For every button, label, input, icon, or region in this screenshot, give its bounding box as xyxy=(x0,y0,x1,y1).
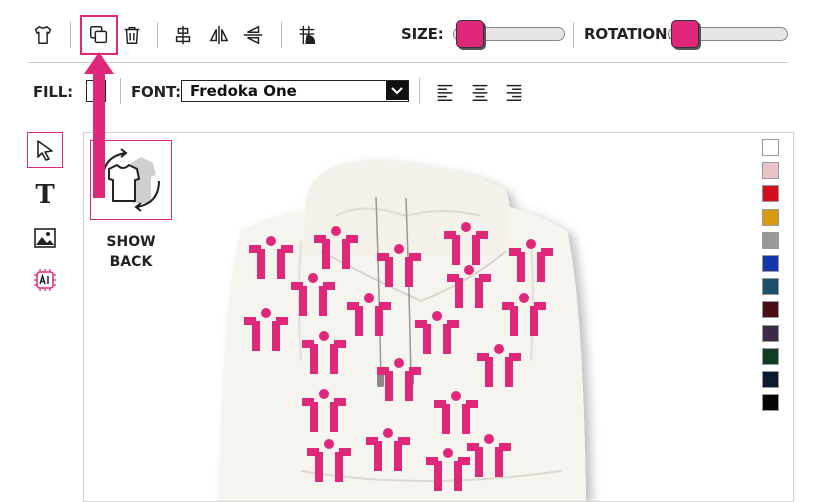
toolbar-divider xyxy=(120,78,121,104)
ai-tool-button[interactable] xyxy=(27,262,63,298)
color-swatch[interactable] xyxy=(762,231,779,249)
toolbar-separator xyxy=(28,62,788,63)
image-tool-button[interactable] xyxy=(27,220,63,256)
color-swatch[interactable] xyxy=(762,324,779,342)
image-icon xyxy=(34,228,56,248)
ai-icon xyxy=(34,269,56,291)
cursor-icon xyxy=(37,140,53,161)
flip-vertical-icon xyxy=(243,25,263,45)
flip-horizontal-button[interactable] xyxy=(204,20,234,50)
color-swatch[interactable] xyxy=(762,301,779,319)
font-select-value: Fredoka One xyxy=(190,82,297,100)
chevron-down-icon[interactable] xyxy=(386,81,408,100)
design-canvas[interactable] xyxy=(83,132,794,502)
color-swatch[interactable] xyxy=(762,185,779,203)
select-tool-button[interactable] xyxy=(27,132,63,168)
align-right-button[interactable] xyxy=(499,77,529,107)
pattern-button[interactable] xyxy=(292,20,322,50)
toolbar-divider xyxy=(281,22,282,48)
flip-horizontal-icon xyxy=(209,25,229,45)
align-text-center-icon xyxy=(472,84,488,101)
align-left-button[interactable] xyxy=(430,77,460,107)
toolbar-divider xyxy=(573,22,574,48)
svg-text:T: T xyxy=(35,181,55,207)
color-swatch[interactable] xyxy=(762,371,779,388)
pattern-icon xyxy=(299,25,316,45)
show-back-label: SHOW BACK xyxy=(106,234,156,270)
align-center-button[interactable] xyxy=(168,20,198,50)
flip-vertical-button[interactable] xyxy=(238,20,268,50)
toolbar-divider xyxy=(419,78,420,104)
duplicate-button[interactable] xyxy=(80,15,118,55)
rotation-label: ROTATION: xyxy=(584,25,674,43)
color-swatch[interactable] xyxy=(762,162,779,180)
trash-icon xyxy=(124,26,140,44)
text-tool-button[interactable]: T xyxy=(27,176,63,212)
color-swatch[interactable] xyxy=(762,278,779,296)
color-swatch[interactable] xyxy=(762,347,779,365)
align-left-icon xyxy=(437,84,453,101)
delete-button[interactable] xyxy=(117,20,147,50)
duplicate-icon xyxy=(90,26,108,44)
text-icon: T xyxy=(35,181,55,207)
rotation-slider-handle[interactable] xyxy=(670,20,699,48)
size-label: SIZE: xyxy=(401,25,444,43)
annotation-arrow xyxy=(84,52,114,198)
align-center-icon xyxy=(175,25,191,45)
color-swatch[interactable] xyxy=(762,139,779,156)
align-text-center-button[interactable] xyxy=(465,77,495,107)
toolbar-divider xyxy=(70,22,71,48)
font-select[interactable]: Fredoka One xyxy=(181,80,409,102)
tshirt-icon[interactable] xyxy=(28,20,58,50)
align-right-icon xyxy=(506,84,522,101)
font-label: FONT: xyxy=(131,83,181,101)
color-swatch[interactable] xyxy=(762,394,779,412)
size-slider-handle[interactable] xyxy=(455,20,484,48)
hoodie-preview xyxy=(219,160,586,501)
toolbar-divider xyxy=(157,22,158,48)
color-swatch[interactable] xyxy=(762,255,779,272)
fill-label: FILL: xyxy=(33,83,73,101)
color-swatch[interactable] xyxy=(762,208,779,226)
